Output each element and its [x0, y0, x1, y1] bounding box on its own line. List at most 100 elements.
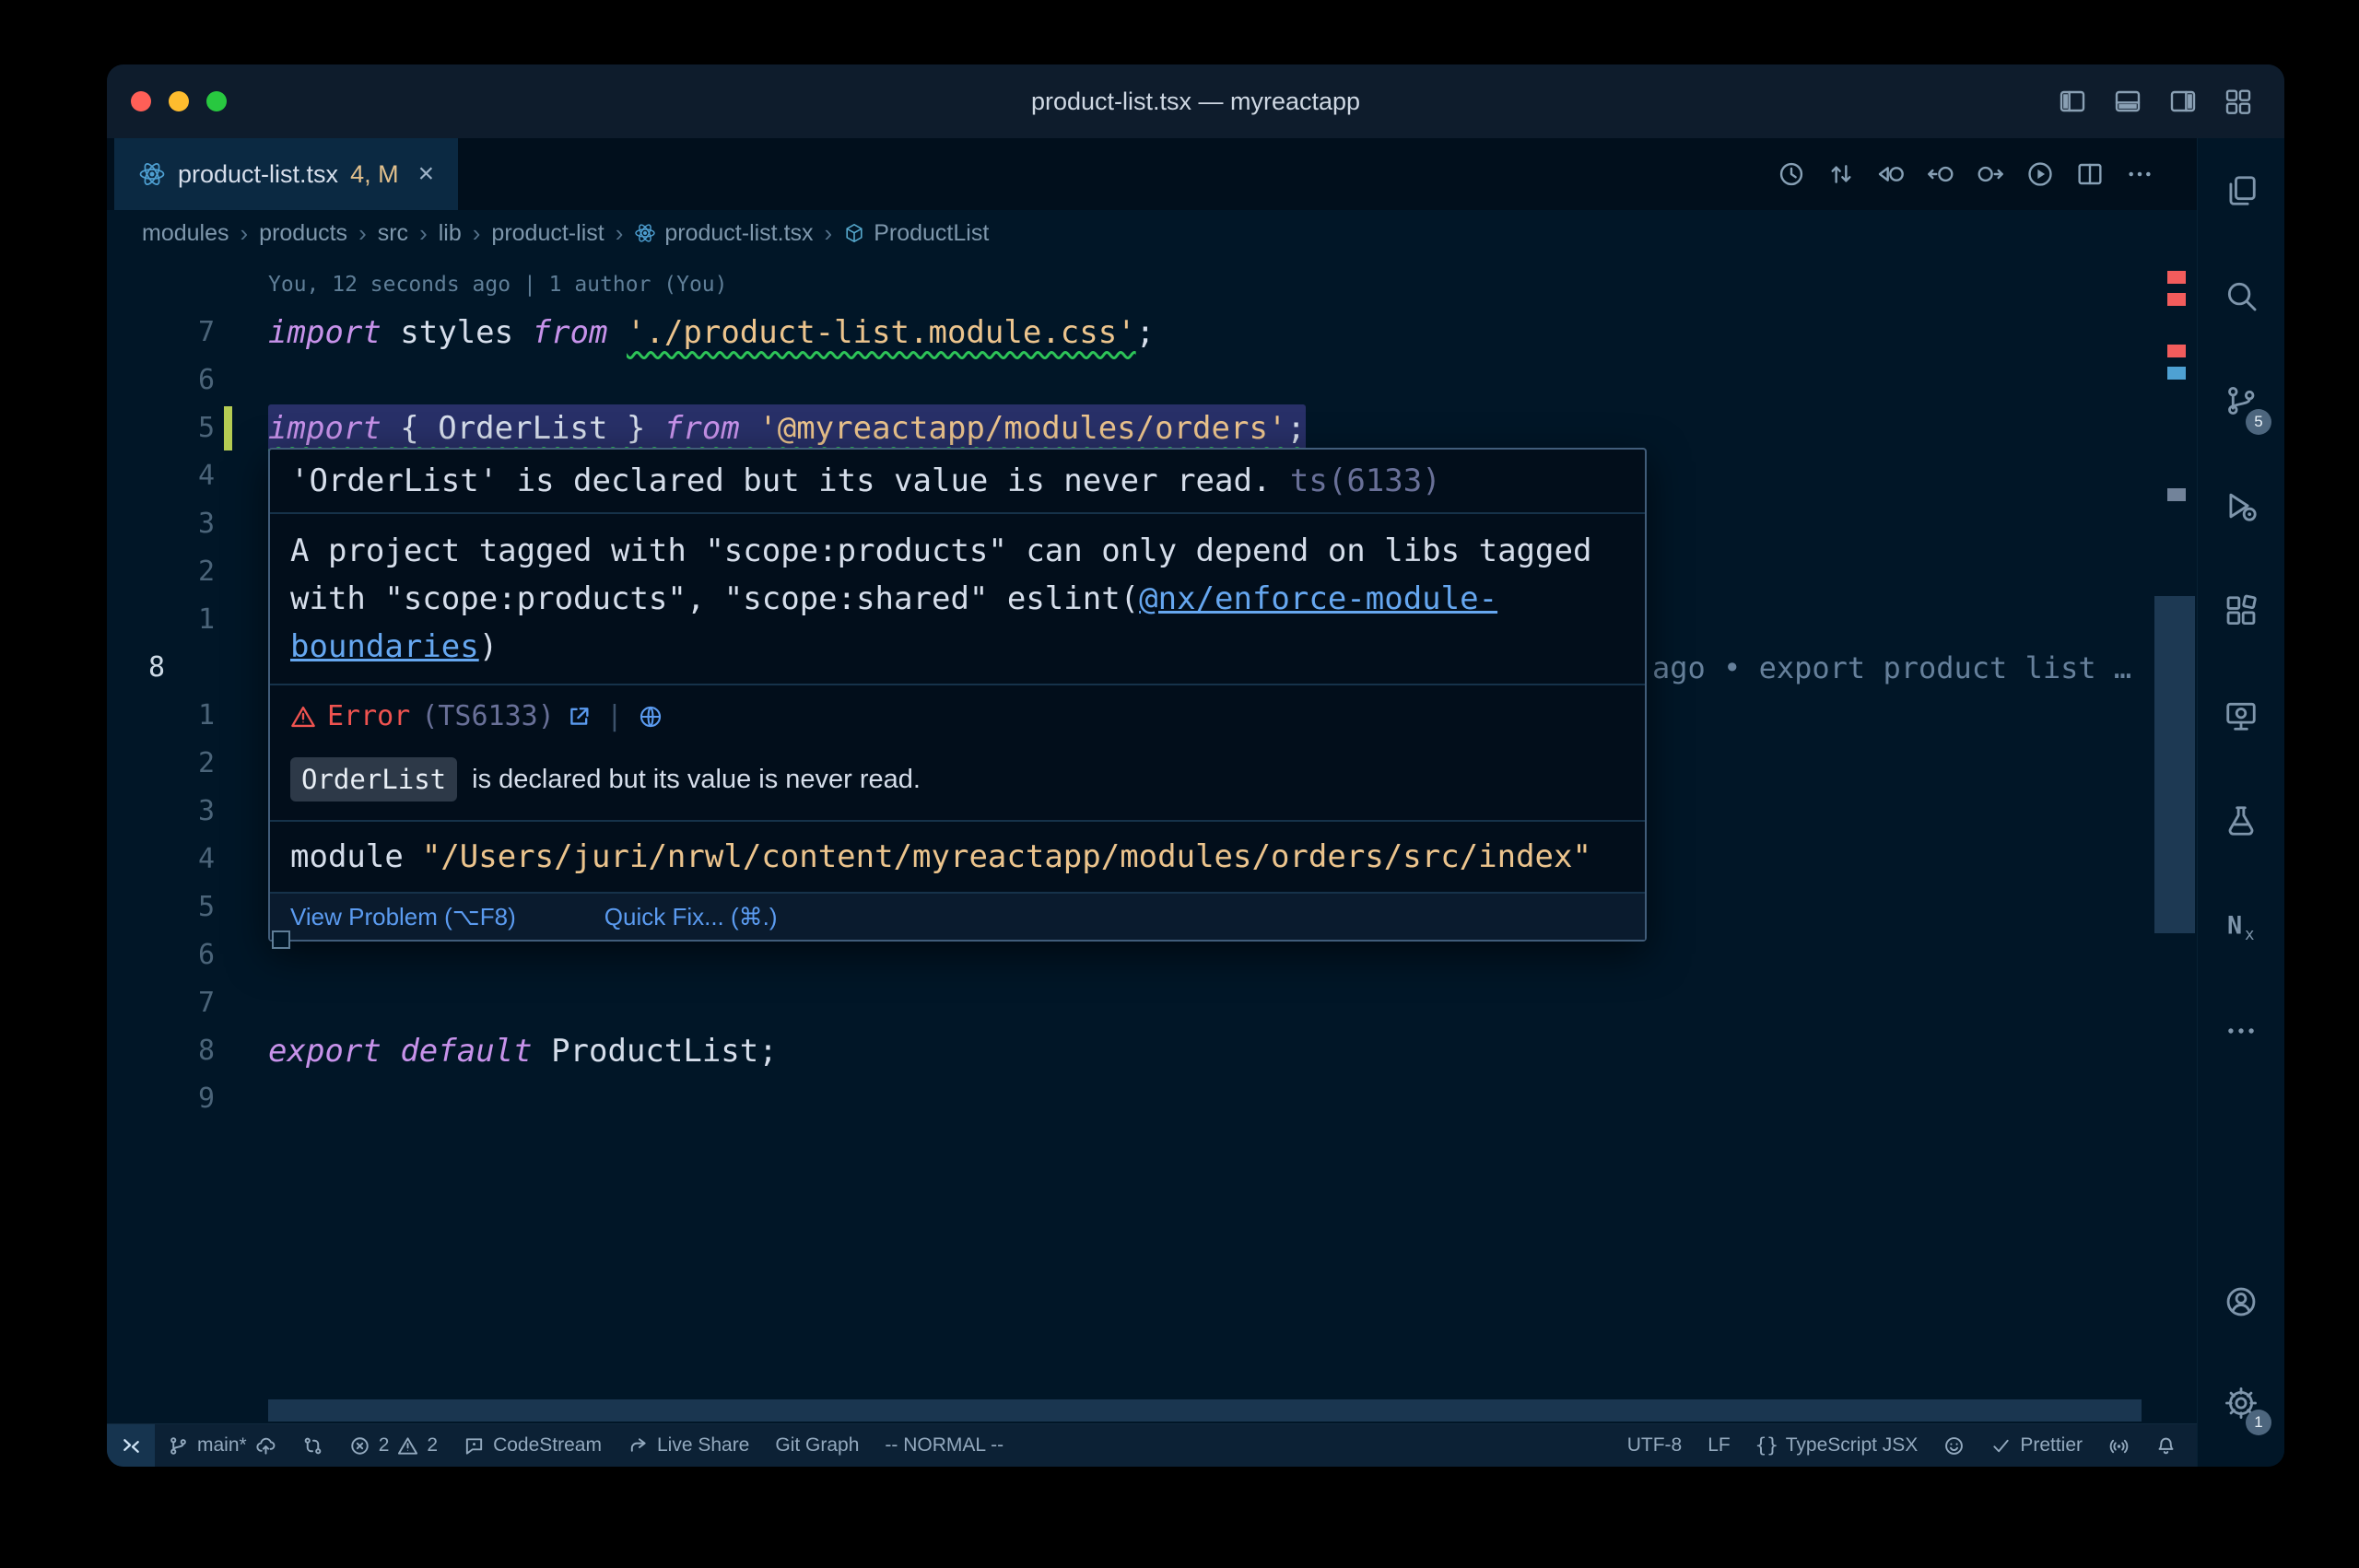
breadcrumb-separator: › [419, 219, 428, 248]
external-link-icon[interactable] [566, 704, 592, 730]
view-problem-link[interactable]: View Problem (⌥F8) [290, 903, 516, 931]
overview-ruler-mark [2167, 367, 2186, 380]
breadcrumb-item-products[interactable]: products [259, 220, 347, 247]
activitybar-item-nx-console[interactable]: Nx [2198, 873, 2284, 978]
code-line[interactable]: 8 export default ProductList; [107, 1027, 2197, 1075]
status-branch[interactable]: main* [155, 1424, 289, 1467]
zoom-window-button[interactable] [206, 91, 227, 111]
code-text[interactable]: import { OrderList } from '@myreactapp/m… [268, 404, 1306, 452]
activitybar-item-testing[interactable] [2198, 768, 2284, 873]
status-encoding[interactable]: UTF-8 [1614, 1424, 1696, 1467]
breadcrumb-item-lib[interactable]: lib [439, 220, 462, 247]
line-number[interactable]: 7 [107, 309, 215, 357]
previous-change-icon[interactable] [1926, 159, 1955, 189]
close-window-button[interactable] [131, 91, 151, 111]
line-number[interactable]: 2 [107, 548, 215, 596]
error-icon [290, 704, 316, 730]
line-number[interactable]: 8 [107, 1027, 215, 1075]
activitybar-item-explorer[interactable] [2198, 138, 2284, 243]
line-number[interactable]: 9 [107, 1075, 215, 1123]
code-text[interactable]: import styles from './product-list.modul… [268, 309, 1155, 357]
module-path-line: module"/Users/juri/nrwl/content/myreacta… [270, 822, 1645, 894]
breadcrumb-item-src[interactable]: src [378, 220, 408, 247]
line-number[interactable]: 7 [107, 979, 215, 1027]
status-eol[interactable]: LF [1695, 1424, 1743, 1467]
activitybar-item-run-and-debug[interactable] [2198, 453, 2284, 558]
activitybar-item-source-control[interactable]: 5 [2198, 348, 2284, 453]
status-language[interactable]: {}TypeScript JSX [1743, 1424, 1931, 1467]
window-controls [131, 91, 227, 111]
line-number[interactable]: 3 [107, 500, 215, 548]
gitlens-blame-annotation: You, 12 seconds ago | 1 author (You) [268, 261, 728, 309]
code-line[interactable]: 7 [107, 979, 2197, 1027]
status-notifications[interactable] [2142, 1424, 2189, 1467]
breadcrumb-separator: › [241, 219, 249, 248]
hover-resize-handle[interactable] [272, 930, 290, 949]
status-codestream[interactable]: CodeStream [451, 1424, 615, 1467]
code-line[interactable]: 7 import styles from './product-list.modu… [107, 309, 2197, 357]
activitybar-item-remote-explorer[interactable] [2198, 663, 2284, 768]
feedback-icon [1943, 1435, 1965, 1457]
breadcrumb-separator: › [616, 219, 624, 248]
more-views-icon [2224, 1013, 2259, 1048]
status-gitlens-compare[interactable] [289, 1424, 336, 1467]
status-live-share[interactable]: Live Share [615, 1424, 762, 1467]
line-number[interactable]: 1 [107, 692, 215, 740]
status-problems[interactable]: 22 [336, 1424, 451, 1467]
breadcrumb-item-product-list-tsx[interactable]: product-list.tsx [634, 220, 813, 247]
overview-ruler-mark [2167, 271, 2186, 284]
tab-label: product-list.tsx [178, 160, 338, 189]
tab-product-list[interactable]: product-list.tsx 4, M × [114, 138, 458, 210]
minimize-window-button[interactable] [169, 91, 189, 111]
breadcrumb-item-productlist[interactable]: ProductList [843, 220, 989, 247]
svg-text:x: x [2245, 926, 2254, 943]
status-git-graph[interactable]: Git Graph [762, 1424, 872, 1467]
breadcrumb-item-modules[interactable]: modules [142, 220, 229, 247]
open-changes-icon[interactable] [1876, 159, 1906, 189]
warning-triangle-icon [397, 1435, 418, 1457]
toggle-primary-sidebar-icon[interactable] [2058, 87, 2087, 116]
status-prettier[interactable]: Prettier [1978, 1424, 2095, 1467]
code-line[interactable]: 6 [107, 357, 2197, 404]
status-feedback[interactable] [1931, 1424, 1978, 1467]
run-file-icon[interactable] [2025, 159, 2055, 189]
customize-layout-icon[interactable] [2224, 87, 2253, 116]
activitybar-item-extensions[interactable] [2198, 558, 2284, 663]
line-number[interactable]: 2 [107, 740, 215, 788]
vertical-scrollbar[interactable] [2154, 596, 2195, 933]
quick-fix-link[interactable]: Quick Fix... (⌘.) [604, 903, 778, 931]
breadcrumb-item-product-list[interactable]: product-list [491, 220, 604, 247]
timeline-icon[interactable] [1777, 159, 1806, 189]
toggle-panel-icon[interactable] [2113, 87, 2142, 116]
tab-close-icon[interactable]: × [418, 158, 435, 190]
activitybar-item-search[interactable] [2198, 243, 2284, 348]
status-vim-mode[interactable]: -- NORMAL -- [872, 1424, 1016, 1467]
next-change-icon[interactable] [1976, 159, 2005, 189]
line-number[interactable]: 6 [107, 931, 215, 979]
globe-icon[interactable] [638, 704, 663, 730]
line-number[interactable]: 4 [107, 452, 215, 500]
code-editor[interactable]: You, 12 seconds ago | 1 author (You) 7 imp… [107, 256, 2197, 1423]
status-remote-indicator[interactable] [107, 1424, 155, 1467]
code-line[interactable]: 5 import { OrderList } from '@myreactapp/… [107, 404, 2197, 452]
code-text[interactable]: export default ProductList; [268, 1027, 778, 1075]
code-line[interactable]: 9 [107, 1075, 2197, 1123]
line-number[interactable]: 4 [107, 836, 215, 883]
activitybar-item-account[interactable] [2198, 1251, 2284, 1352]
activitybar-item-settings-gear[interactable]: 1 [2198, 1352, 2284, 1454]
line-number[interactable]: 1 [107, 596, 215, 644]
error-detail-section: Error (TS6133) | OrderList is declared b… [270, 685, 1645, 822]
line-number[interactable]: 5 [107, 883, 215, 931]
line-number[interactable]: 8 [148, 644, 165, 692]
more-actions-icon[interactable] [2125, 159, 2154, 189]
status-broadcast[interactable] [2095, 1424, 2142, 1467]
split-editor-icon[interactable] [2075, 159, 2105, 189]
code-line[interactable]: You, 12 seconds ago | 1 author (You) [107, 261, 2197, 309]
line-number[interactable]: 3 [107, 788, 215, 836]
activitybar-item-more-views[interactable] [2198, 978, 2284, 1083]
compare-changes-icon[interactable] [1826, 159, 1856, 189]
toggle-secondary-sidebar-icon[interactable] [2168, 87, 2198, 116]
line-number[interactable]: 5 [107, 404, 215, 452]
horizontal-scrollbar[interactable] [268, 1399, 2142, 1422]
line-number[interactable]: 6 [107, 357, 215, 404]
